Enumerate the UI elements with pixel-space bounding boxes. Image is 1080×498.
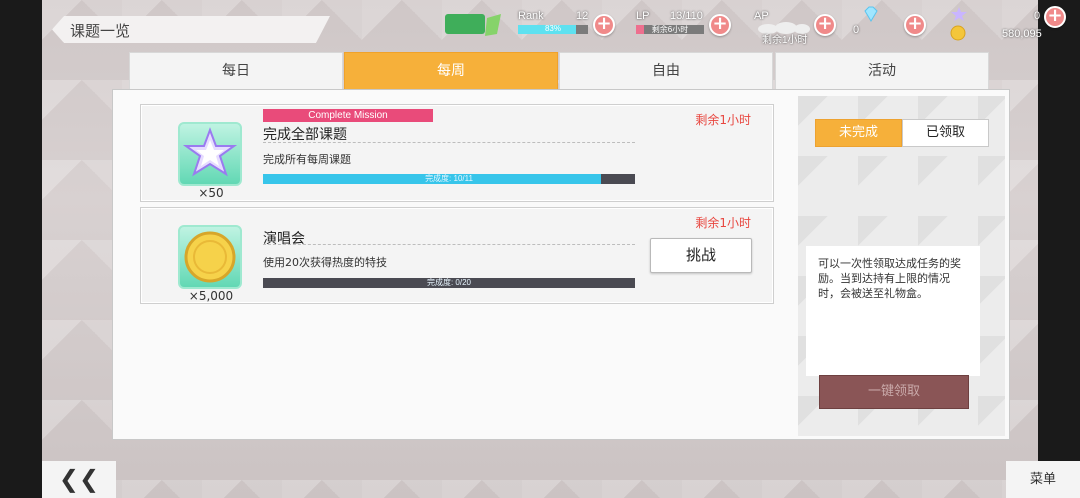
left-letterbox — [0, 0, 42, 498]
challenge-button[interactable]: 挑战 — [650, 238, 752, 273]
mission-progress-bar: 完成度: 10/11 — [263, 174, 635, 184]
page-title-text: 课题一览 — [70, 22, 131, 40]
lp-plus-button[interactable]: + — [709, 14, 731, 36]
gem-count: 0 — [853, 24, 860, 36]
claim-all-button[interactable]: 一键领取 — [819, 375, 969, 409]
mission-card: ×5,000 演唱会 使用20次获得热度的特技 完成度: 0/20 剩余1小时 … — [140, 207, 774, 304]
star-count: 0 — [1034, 10, 1041, 22]
ap-plus-button[interactable]: + — [814, 14, 836, 36]
tab-event[interactable]: 活动 — [775, 52, 989, 90]
info-text: 可以一次性领取达成任务的奖励。当到达持有上限的情况时，会被送至礼物盒。 — [806, 246, 980, 376]
rank-label: Rank — [518, 10, 544, 22]
rank-value: 12 — [576, 10, 589, 22]
mission-description: 完成所有每周课题 — [263, 153, 351, 166]
reward-quantity: ×50 — [198, 186, 224, 200]
rank-percent: 83% — [544, 24, 561, 33]
mission-title: 完成全部课题 — [263, 127, 347, 143]
filter-claimed[interactable]: 已领取 — [902, 119, 989, 147]
mission-card: ×50 Complete Mission 完成全部课题 完成所有每周课题 完成度… — [140, 104, 774, 202]
mission-time-remaining: 剩余1小时 — [695, 113, 751, 127]
rank-bar: 83% — [518, 24, 588, 34]
divider — [263, 142, 635, 143]
live-badge-icon — [445, 14, 501, 36]
tab-free[interactable]: 自由 — [559, 52, 773, 90]
lp-bar: 剩余6小时 — [636, 25, 704, 34]
mission-description: 使用20次获得热度的特技 — [263, 256, 387, 269]
tab-weekly[interactable]: 每周 — [344, 52, 558, 90]
gem-plus-button[interactable]: + — [904, 14, 926, 36]
menu-button[interactable]: 菜单 — [1006, 461, 1080, 498]
divider — [263, 244, 635, 245]
rank-plus-button[interactable]: + — [593, 14, 615, 36]
coin-plus-button[interactable]: + — [1044, 6, 1066, 28]
ap-timer: 剩余1小时 — [762, 35, 808, 46]
mission-progress-text: 完成度: 10/11 — [425, 174, 473, 183]
lp-label: LP — [636, 10, 650, 22]
lp-value: 13/110 — [670, 10, 703, 22]
gem-icon — [864, 6, 878, 22]
back-button[interactable]: ❮❮ — [42, 461, 116, 498]
mission-time-remaining: 剩余1小时 — [695, 216, 751, 230]
star-icon — [951, 7, 967, 21]
reward-item — [178, 122, 242, 186]
right-letterbox — [1038, 0, 1080, 498]
filter-incomplete[interactable]: 未完成 — [815, 119, 902, 147]
crystal-star-icon — [182, 127, 238, 177]
tab-daily[interactable]: 每日 — [129, 52, 343, 90]
mission-progress-bar: 完成度: 0/20 — [263, 278, 635, 288]
lp-timer: 剩余6小时 — [651, 25, 689, 34]
reward-quantity: ×5,000 — [188, 289, 234, 303]
coin-icon — [950, 25, 966, 41]
reward-item — [178, 225, 242, 289]
mission-progress-text: 完成度: 0/20 — [426, 278, 471, 287]
mission-title: 演唱会 — [263, 231, 305, 247]
gold-coin-icon — [184, 231, 236, 283]
coin-count: 580,095 — [1002, 28, 1042, 40]
page-title: 课题一览 — [52, 16, 330, 43]
complete-mission-tag: Complete Mission — [263, 109, 433, 122]
